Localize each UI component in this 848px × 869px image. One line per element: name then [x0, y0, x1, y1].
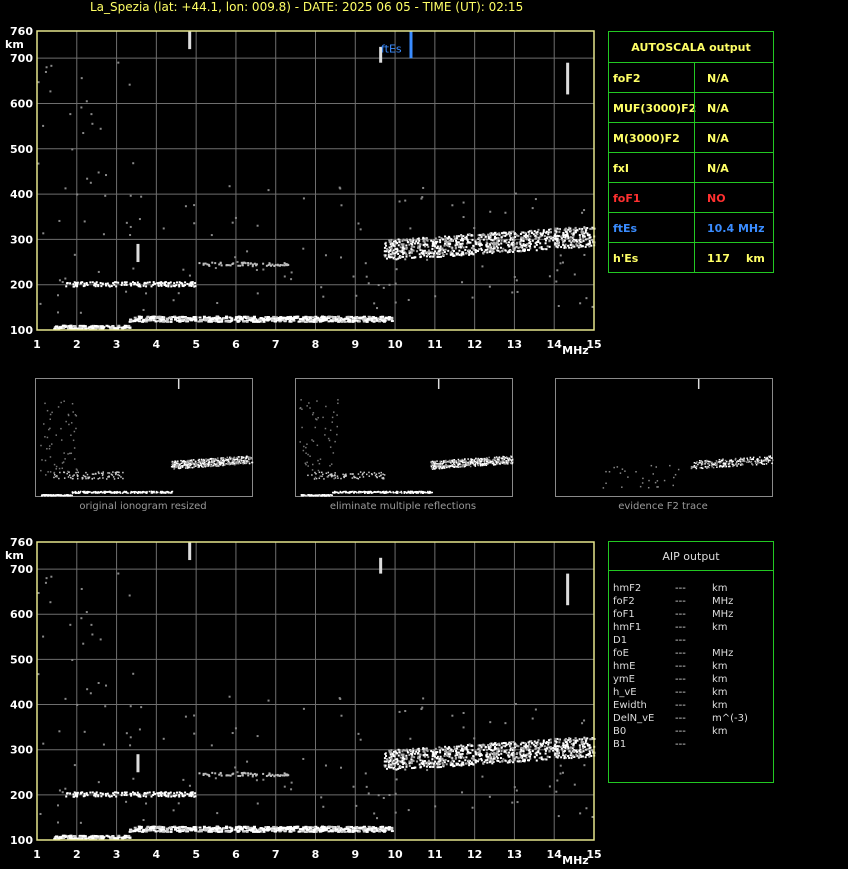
y-tick-label: 500 [10, 653, 33, 666]
aip-param: h_vE [613, 687, 637, 698]
x-tick-label: 9 [351, 848, 359, 861]
x-tick-label: 12 [467, 848, 482, 861]
aip-param: hmE [613, 661, 636, 672]
aip-value: --- [675, 687, 686, 698]
x-tick-label: 14 [547, 848, 563, 861]
aip-unit: km [712, 661, 728, 672]
aip-output-panel: AIP output hmF2 --- km foF2 --- MHz foF1 --- MHz… [608, 541, 774, 783]
aip-value: --- [675, 648, 686, 659]
x-tick-label: 10 [387, 848, 403, 861]
x-tick-label: 3 [113, 848, 121, 861]
aip-param: hmF1 [613, 622, 642, 633]
aip-value: --- [675, 661, 686, 672]
aip-value: --- [675, 700, 686, 711]
aip-param: foF2 [613, 596, 635, 607]
x-unit-label: MHz [562, 854, 589, 867]
aip-unit: MHz [712, 648, 734, 659]
y-tick-label: 400 [10, 699, 33, 712]
aip-value: --- [675, 674, 686, 685]
aip-unit: MHz [712, 609, 734, 620]
aip-value: --- [675, 596, 686, 607]
x-tick-label: 7 [272, 848, 280, 861]
aip-value: --- [675, 739, 686, 750]
aip-param: D1 [613, 635, 628, 646]
aip-unit: km [712, 726, 728, 737]
aip-param: B1 [613, 739, 627, 750]
aip-unit: km [712, 687, 728, 698]
aip-value: --- [675, 635, 686, 646]
x-tick-label: 5 [192, 848, 200, 861]
grid [37, 542, 594, 840]
aip-param: Ewidth [613, 700, 647, 711]
aip-value: --- [675, 609, 686, 620]
aip-value: --- [675, 583, 686, 594]
y-unit-label: km [5, 549, 24, 562]
y-tick-label: 100 [10, 834, 33, 847]
aip-unit: m^(-3) [712, 713, 748, 724]
x-tick-label: 4 [153, 848, 161, 861]
x-tick-label: 8 [312, 848, 320, 861]
x-tick-label: 6 [232, 848, 240, 861]
y-tick-label: 200 [10, 789, 33, 802]
aip-unit: MHz [712, 596, 734, 607]
x-tick-label: 11 [427, 848, 442, 861]
y-tick-label: 700 [10, 563, 33, 576]
aip-param: ymE [613, 674, 635, 685]
aip-param: B0 [613, 726, 627, 737]
y-tick-label: 600 [10, 608, 33, 621]
aip-param: foE [613, 648, 629, 659]
aip-unit: km [712, 622, 728, 633]
aip-unit: km [712, 700, 728, 711]
aip-value: --- [675, 726, 686, 737]
aip-unit: km [712, 583, 728, 594]
y-tick-label: 760 [10, 536, 33, 549]
aip-value: --- [675, 713, 686, 724]
trace-points [37, 542, 596, 841]
aip-param: hmF2 [613, 583, 642, 594]
x-tick-label: 2 [73, 848, 81, 861]
y-tick-label: 300 [10, 744, 33, 757]
aip-param: DelN_vE [613, 713, 655, 724]
aip-unit: km [712, 674, 728, 685]
x-tick-label: 13 [507, 848, 522, 861]
x-tick-label: 1 [33, 848, 41, 861]
aip-value: --- [675, 622, 686, 633]
aip-title: AIP output [609, 542, 773, 571]
aip-param: foF1 [613, 609, 635, 620]
